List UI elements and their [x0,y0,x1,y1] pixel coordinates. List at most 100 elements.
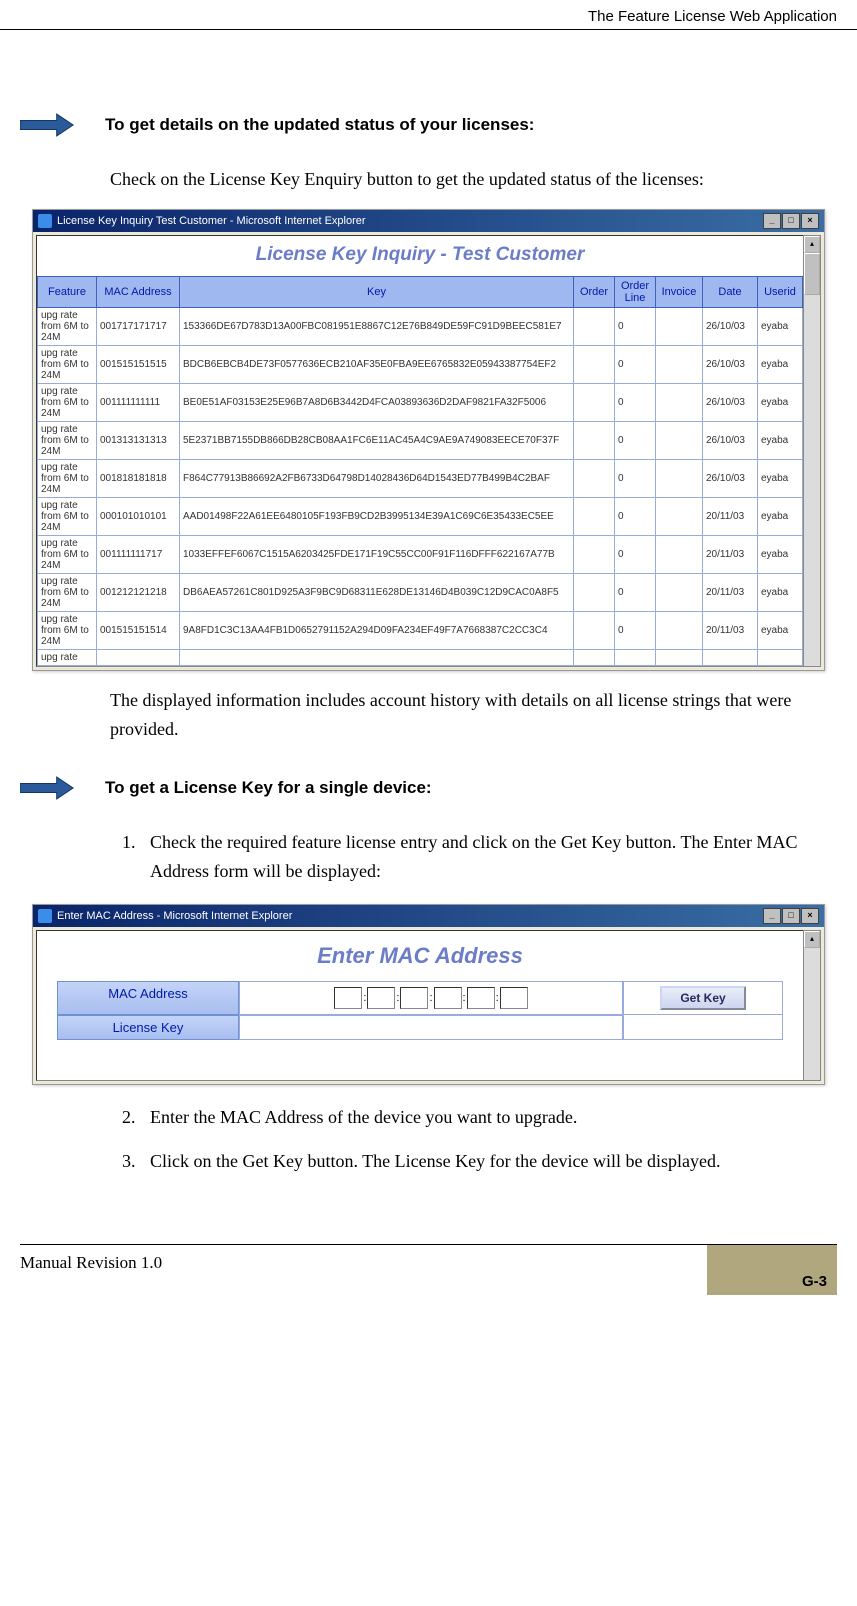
table-cell: eyaba [758,611,803,649]
table-cell: 0 [615,535,656,573]
table-cell [574,383,615,421]
table-cell [656,611,703,649]
close-button[interactable]: × [801,213,819,229]
window-titlebar: Enter MAC Address - Microsoft Internet E… [33,905,824,927]
table-cell: 0 [615,611,656,649]
close-button[interactable]: × [801,908,819,924]
minimize-button[interactable]: _ [763,213,781,229]
table-cell: 001212121218 [97,573,180,611]
note-heading-1: To get details on the updated status of … [75,110,534,135]
table-cell: 0 [615,345,656,383]
header-title: The Feature License Web Application [588,8,837,25]
table-cell: 0 [615,307,656,345]
table-cell: eyaba [758,307,803,345]
table-cell: upg rate from 6M to 24M [38,535,97,573]
table-row: upg rate from 6M to 24M001111111111BE0E5… [38,383,803,421]
mac-octet-1[interactable] [334,987,362,1009]
table-cell [574,535,615,573]
table-cell: eyaba [758,573,803,611]
mac-page-title: Enter MAC Address [57,931,783,981]
page-number: G-3 [802,1273,827,1290]
step-1: Check the required feature license entry… [140,828,837,886]
table-cell: 9A8FD1C3C13AA4FB1D0652791152A294D09FA234… [180,611,574,649]
table-cell: 26/10/03 [703,459,758,497]
maximize-button[interactable]: □ [782,908,800,924]
table-cell: eyaba [758,345,803,383]
table-cell: 000101010101 [97,497,180,535]
table-cell: 26/10/03 [703,345,758,383]
scroll-thumb[interactable] [804,253,820,295]
table-cell: 001818181818 [97,459,180,497]
table-cell [574,611,615,649]
step-3: Click on the Get Key button. The License… [140,1147,837,1176]
inquiry-page-title: License Key Inquiry - Test Customer [37,236,803,276]
vertical-scrollbar[interactable]: ▴ [803,930,821,1081]
mac-address-value: : : : : : [239,981,623,1015]
table-row: upg rate from 6M to 24M000101010101AAD01… [38,497,803,535]
get-key-button[interactable]: Get Key [660,986,745,1010]
table-header: Invoice [656,276,703,307]
body-paragraph-2: The displayed information includes accou… [110,686,837,744]
table-cell: 20/11/03 [703,497,758,535]
table-cell: 001515151515 [97,345,180,383]
table-row: upg rate from 6M to 24M001212121218DB6AE… [38,573,803,611]
table-cell [656,649,703,665]
window-titlebar: License Key Inquiry Test Customer - Micr… [33,210,824,232]
table-cell: 0 [615,497,656,535]
mac-octet-2[interactable] [367,987,395,1009]
page-header: The Feature License Web Application [0,0,857,30]
table-cell [180,649,574,665]
table-header: Date [703,276,758,307]
table-cell: 0 [615,459,656,497]
table-header: Feature [38,276,97,307]
minimize-button[interactable]: _ [763,908,781,924]
table-cell: upg rate from 6M to 24M [38,497,97,535]
arrow-right-icon [20,773,75,808]
mac-octet-4[interactable] [434,987,462,1009]
license-table: FeatureMAC AddressKeyOrderOrder LineInvo… [37,276,803,666]
table-cell: 0 [615,383,656,421]
vertical-scrollbar[interactable]: ▴ [803,235,821,667]
table-cell: 001111111717 [97,535,180,573]
step-2: Enter the MAC Address of the device you … [140,1103,837,1132]
table-row: upg rate from 6M to 24M0015151515149A8FD… [38,611,803,649]
table-cell: upg rate from 6M to 24M [38,611,97,649]
table-cell [656,345,703,383]
table-cell: 26/10/03 [703,383,758,421]
table-cell: 001313131313 [97,421,180,459]
mac-octet-3[interactable] [400,987,428,1009]
table-cell: upg rate from 6M to 24M [38,459,97,497]
table-cell: upg rate [38,649,97,665]
table-cell [574,459,615,497]
mac-octet-5[interactable] [467,987,495,1009]
table-cell: upg rate from 6M to 24M [38,345,97,383]
table-header: Userid [758,276,803,307]
maximize-button[interactable]: □ [782,213,800,229]
table-cell [656,307,703,345]
table-row: upg rate from 6M to 24M001818181818F864C… [38,459,803,497]
table-row: upg rate from 6M to 24M001515151515BDCB6… [38,345,803,383]
table-header: Order Line [615,276,656,307]
window-title: License Key Inquiry Test Customer - Micr… [57,215,366,227]
scroll-up-button[interactable]: ▴ [804,931,820,948]
table-cell: upg rate from 6M to 24M [38,383,97,421]
body-paragraph-1: Check on the License Key Enquiry button … [110,165,837,194]
table-cell: upg rate from 6M to 24M [38,421,97,459]
mac-octet-6[interactable] [500,987,528,1009]
table-cell: 0 [615,573,656,611]
table-cell: eyaba [758,535,803,573]
table-cell: eyaba [758,459,803,497]
table-row: upg rate from 6M to 24M00171717171715336… [38,307,803,345]
table-cell [656,535,703,573]
mac-address-label: MAC Address [57,981,239,1015]
table-header: Order [574,276,615,307]
table-cell: 153366DE67D783D13A00FBC081951E8867C12E76… [180,307,574,345]
screenshot-mac-address: Enter MAC Address - Microsoft Internet E… [32,904,825,1085]
table-cell [574,345,615,383]
scroll-up-button[interactable]: ▴ [804,236,820,253]
table-header: MAC Address [97,276,180,307]
table-cell [656,573,703,611]
table-cell: 001515151514 [97,611,180,649]
table-cell [574,573,615,611]
table-cell [97,649,180,665]
